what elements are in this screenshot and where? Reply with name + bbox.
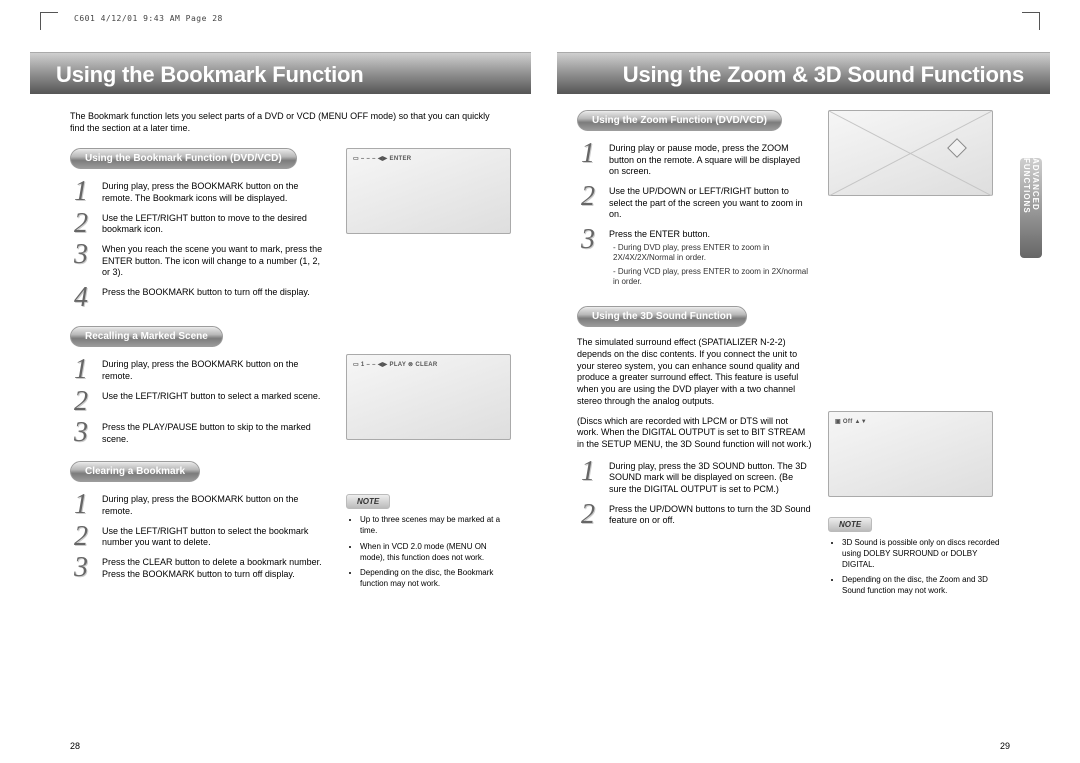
step-text: Press the UP/DOWN buttons to turn the 3D… bbox=[609, 502, 812, 527]
para-3d-1: The simulated surround effect (SPATIALIZ… bbox=[577, 337, 812, 407]
step-text: Use the UP/DOWN or LEFT/RIGHT button to … bbox=[609, 184, 812, 221]
osd-text: ▣ Off ▲▼ bbox=[835, 418, 867, 425]
step-number: 3 bbox=[70, 420, 92, 445]
step-number: 1 bbox=[70, 357, 92, 382]
page-number-right: 29 bbox=[1000, 741, 1010, 751]
page-title-right: Using the Zoom & 3D Sound Functions bbox=[623, 62, 1024, 88]
subhead-zoom: Using the Zoom Function (DVD/VCD) bbox=[577, 110, 782, 131]
note-item: When in VCD 2.0 mode (MENU ON mode), thi… bbox=[360, 542, 511, 564]
step-number: 3 bbox=[70, 555, 92, 580]
side-tab: ADVANCED FUNCTIONS bbox=[1020, 158, 1042, 258]
sub-note: - During DVD play, press ENTER to zoom i… bbox=[613, 243, 812, 264]
step-text: Press the PLAY/PAUSE button to skip to t… bbox=[102, 420, 330, 445]
spread: Using the Bookmark Function The Bookmark… bbox=[0, 0, 1080, 763]
step-number: 1 bbox=[70, 492, 92, 517]
step-number: 4 bbox=[70, 285, 92, 310]
note-block: NOTE 3D Sound is possible only on discs … bbox=[828, 517, 1010, 597]
step-text: Press the BOOKMARK button to turn off th… bbox=[102, 285, 310, 310]
step-number: 2 bbox=[70, 389, 92, 414]
step-number: 1 bbox=[577, 459, 599, 496]
title-bar-left: Using the Bookmark Function bbox=[30, 52, 531, 94]
note-label: NOTE bbox=[828, 517, 872, 532]
step-text: During play, press the 3D SOUND button. … bbox=[609, 459, 812, 496]
page-number-left: 28 bbox=[70, 741, 80, 751]
step-number: 1 bbox=[70, 179, 92, 204]
note-item: Up to three scenes may be marked at a ti… bbox=[360, 515, 511, 537]
title-bar-right: Using the Zoom & 3D Sound Functions bbox=[557, 52, 1050, 94]
screenshot-3dsound: ▣ Off ▲▼ bbox=[828, 411, 993, 497]
para-3d-2: (Discs which are recorded with LPCM or D… bbox=[577, 416, 812, 451]
step-number: 2 bbox=[70, 524, 92, 549]
note-label: NOTE bbox=[346, 494, 390, 509]
screenshot-zoom bbox=[828, 110, 993, 196]
note-item: 3D Sound is possible only on discs recor… bbox=[842, 538, 1010, 570]
step-number: 3 bbox=[70, 242, 92, 279]
page-title-left: Using the Bookmark Function bbox=[56, 62, 364, 88]
subhead-bookmark: Using the Bookmark Function (DVD/VCD) bbox=[70, 148, 297, 169]
page-right: Using the Zoom & 3D Sound Functions ADVA… bbox=[557, 18, 1050, 753]
subhead-recall: Recalling a Marked Scene bbox=[70, 326, 223, 347]
step-text: During play, press the BOOKMARK button o… bbox=[102, 492, 330, 517]
step-number: 2 bbox=[577, 184, 599, 221]
osd-text: ▭ 1 – – ◀▶ PLAY ⊗ CLEAR bbox=[353, 361, 438, 368]
step-number: 1 bbox=[577, 141, 599, 178]
osd-text: ▭ – – – ◀▶ ENTER bbox=[353, 155, 411, 162]
subhead-3dsound: Using the 3D Sound Function bbox=[577, 306, 747, 327]
sub-note: - During VCD play, press ENTER to zoom i… bbox=[613, 267, 812, 288]
note-item: Depending on the disc, the Bookmark func… bbox=[360, 568, 511, 590]
step-text: During play or pause mode, press the ZOO… bbox=[609, 141, 812, 178]
note-item: Depending on the disc, the Zoom and 3D S… bbox=[842, 575, 1010, 597]
step-text: Press the CLEAR button to delete a bookm… bbox=[102, 555, 330, 580]
step-number: 2 bbox=[70, 211, 92, 236]
intro-text: The Bookmark function lets you select pa… bbox=[70, 110, 490, 134]
subhead-clear: Clearing a Bookmark bbox=[70, 461, 200, 482]
step-text: When you reach the scene you want to mar… bbox=[102, 242, 330, 279]
step-number: 2 bbox=[577, 502, 599, 527]
step-text: During play, press the BOOKMARK button o… bbox=[102, 179, 330, 204]
screenshot-bookmark: ▭ – – – ◀▶ ENTER bbox=[346, 148, 511, 234]
note-block: NOTE Up to three scenes may be marked at… bbox=[346, 494, 511, 590]
step-text: Use the LEFT/RIGHT button to move to the… bbox=[102, 211, 330, 236]
step-number: 3 bbox=[577, 227, 599, 290]
screenshot-recall: ▭ 1 – – ◀▶ PLAY ⊗ CLEAR bbox=[346, 354, 511, 440]
step-text: Use the LEFT/RIGHT button to select the … bbox=[102, 524, 330, 549]
step-text: During play, press the BOOKMARK button o… bbox=[102, 357, 330, 382]
step-text: Use the LEFT/RIGHT button to select a ma… bbox=[102, 389, 320, 414]
step-text: Press the ENTER button. - During DVD pla… bbox=[609, 227, 812, 290]
page-left: Using the Bookmark Function The Bookmark… bbox=[30, 18, 531, 753]
